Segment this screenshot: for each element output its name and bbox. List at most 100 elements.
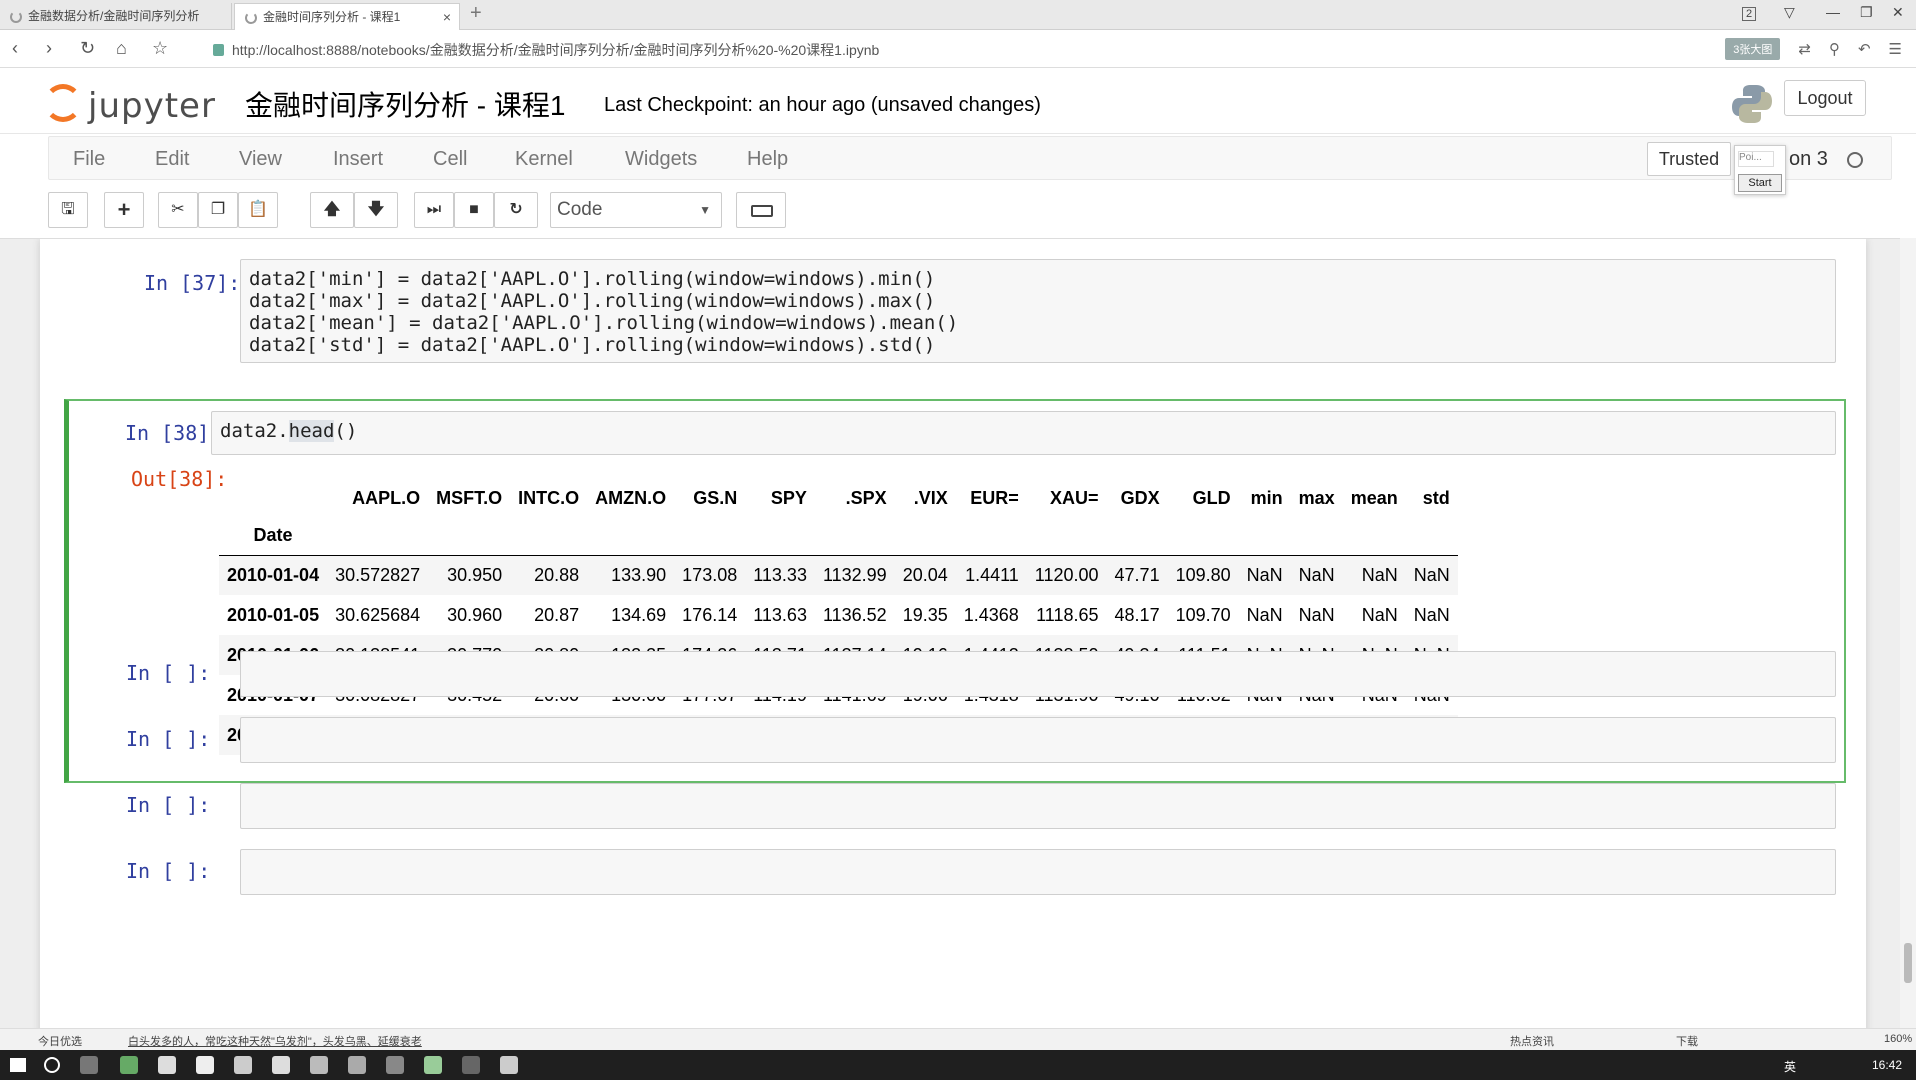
command-palette-button[interactable] (736, 192, 786, 228)
code-input[interactable] (240, 717, 1836, 763)
status-left-text[interactable]: 今日优选 (38, 1033, 82, 1049)
row-index: 2010-01-05 (227, 604, 320, 625)
windows-start-icon[interactable] (10, 1058, 26, 1072)
menu-widgets[interactable]: Widgets (625, 148, 697, 171)
tab-count-badge[interactable]: 2 (1742, 4, 1757, 21)
app-icon[interactable] (462, 1056, 480, 1074)
app-icon[interactable] (158, 1056, 176, 1074)
input-language[interactable]: 英 (1784, 1058, 1796, 1075)
table-cell: NaN (1361, 564, 1398, 585)
table-cell: 1.4368 (963, 604, 1019, 625)
menu-insert[interactable]: Insert (333, 148, 383, 171)
table-cell: 47.71 (1114, 564, 1160, 585)
code-input[interactable]: data2.head() (211, 411, 1836, 455)
minimize-icon[interactable]: — (1826, 4, 1840, 20)
app-icon[interactable] (424, 1056, 442, 1074)
bookmark-star-icon[interactable]: ☆ (152, 38, 168, 59)
extension-icon[interactable]: ⚲ (1829, 40, 1840, 58)
kernel-name[interactable]: on 3 (1789, 148, 1828, 171)
app-icon[interactable] (500, 1056, 518, 1074)
table-cell: 20.04 (902, 564, 948, 585)
site-info-icon (213, 44, 224, 56)
dataframe-header-row: AAPL.O MSFT.O INTC.O AMZN.O GS.N SPY .SPX .VIX E… (219, 479, 1458, 517)
app-icon[interactable] (120, 1056, 138, 1074)
menu-icon[interactable]: ☰ (1889, 40, 1902, 58)
task-view-icon[interactable] (80, 1056, 98, 1074)
move-up-button[interactable]: 🡅 (310, 192, 354, 228)
news-ticker[interactable]: 白头发多的人，常吃这种天然"乌发剂"，头发乌黑、延缓衰老 (128, 1033, 422, 1049)
empty-code-cell[interactable]: In [ ]: (64, 651, 1846, 699)
insert-cell-button[interactable]: + (104, 192, 144, 228)
undo-icon[interactable]: ↶ (1858, 40, 1871, 58)
restart-button[interactable]: ↻ (494, 192, 538, 228)
app-icon[interactable] (310, 1056, 328, 1074)
search-icon[interactable] (44, 1057, 60, 1073)
new-tab-icon[interactable]: + (470, 2, 482, 25)
run-button[interactable]: ⏭ (414, 192, 454, 228)
arrow-up-icon: 🡅 (323, 201, 341, 218)
download-link[interactable]: 下载 (1676, 1033, 1698, 1049)
url-field[interactable]: http://localhost:8888/notebooks/金融数据分析/金… (213, 40, 879, 60)
app-icon[interactable] (386, 1056, 404, 1074)
share-icon[interactable]: ⇄ (1798, 40, 1811, 58)
pin-icon[interactable]: ▽ (1784, 4, 1795, 21)
vertical-scrollbar[interactable] (1900, 238, 1916, 1028)
forward-icon[interactable]: › (46, 38, 52, 59)
notebook-container[interactable]: In [37]: data2['min'] = data2['AAPL.O'].… (0, 238, 1916, 1028)
row-index: 2010-01-04 (227, 564, 320, 585)
input-prompt: In [ ]: (126, 859, 211, 883)
empty-code-cell[interactable]: In [ ]: (64, 849, 1846, 897)
jupyter-logo-icon (44, 84, 82, 122)
browser-tab-2[interactable]: 金融时间序列分析 - 课程1 × (234, 3, 460, 30)
index-name: Date (219, 517, 328, 556)
cell-type-select[interactable]: Code ▼ (550, 192, 722, 228)
menu-edit[interactable]: Edit (155, 148, 189, 171)
notebook-title[interactable]: 金融时间序列分析 - 课程1 (245, 84, 565, 124)
reload-icon[interactable]: ↻ (80, 38, 95, 59)
table-cell: 48.17 (1114, 604, 1160, 625)
interrupt-button[interactable]: ■ (454, 192, 494, 228)
zoom-level[interactable]: 160% (1884, 1033, 1912, 1045)
code-input[interactable]: data2['min'] = data2['AAPL.O'].rolling(w… (240, 259, 1836, 363)
app-icon[interactable] (196, 1056, 214, 1074)
paste-button[interactable]: 📋 (238, 192, 278, 228)
trusted-indicator[interactable]: Trusted (1647, 142, 1731, 176)
copy-button[interactable]: ❐ (198, 192, 238, 228)
close-icon[interactable]: × (443, 4, 451, 30)
code-line: data2['max'] = data2['AAPL.O'].rolling(w… (249, 290, 936, 312)
scrollbar-thumb[interactable] (1904, 943, 1912, 983)
empty-code-cell[interactable]: In [ ]: (64, 783, 1846, 831)
menu-cell[interactable]: Cell (433, 148, 467, 171)
hot-news-link[interactable]: 热点资讯 (1510, 1033, 1554, 1049)
save-button[interactable]: 🖫 (48, 192, 88, 228)
stop-icon: ■ (469, 201, 479, 218)
tab-label: 金融时间序列分析 - 课程1 (263, 10, 401, 24)
move-down-button[interactable]: 🡇 (354, 192, 398, 228)
app-icon[interactable] (272, 1056, 290, 1074)
big-image-button[interactable]: 3张大图 (1725, 38, 1781, 60)
code-input[interactable] (240, 651, 1836, 697)
menu-file[interactable]: File (73, 148, 105, 171)
table-cell: 1118.65 (1036, 604, 1099, 625)
menu-help[interactable]: Help (747, 148, 788, 171)
menu-view[interactable]: View (239, 148, 282, 171)
close-window-icon[interactable]: ✕ (1892, 4, 1904, 21)
code-cell[interactable]: In [37]: data2['min'] = data2['AAPL.O'].… (64, 259, 1846, 367)
code-line: data2['min'] = data2['AAPL.O'].rolling(w… (249, 268, 936, 290)
browser-status-bar: 今日优选 白头发多的人，常吃这种天然"乌发剂"，头发乌黑、延缓衰老 热点资讯 下… (0, 1028, 1916, 1050)
restore-icon[interactable]: ❐ (1860, 4, 1873, 21)
logout-button[interactable]: Logout (1784, 80, 1866, 116)
popup-input[interactable]: Poi... (1738, 151, 1774, 167)
app-icon[interactable] (348, 1056, 366, 1074)
app-icon[interactable] (234, 1056, 252, 1074)
code-input[interactable] (240, 783, 1836, 829)
browser-tab-1[interactable]: 金融数据分析/金融时间序列分析 (0, 3, 232, 30)
empty-code-cell[interactable]: In [ ]: (64, 717, 1846, 765)
home-icon[interactable]: ⌂ (116, 38, 127, 59)
back-icon[interactable]: ‹ (12, 38, 18, 59)
menu-kernel[interactable]: Kernel (515, 148, 573, 171)
popup-start-button[interactable]: Start (1738, 174, 1782, 192)
code-input[interactable] (240, 849, 1836, 895)
address-bar: ‹ › ↻ ⌂ ☆ http://localhost:8888/notebook… (0, 30, 1916, 68)
cut-button[interactable]: ✂ (158, 192, 198, 228)
